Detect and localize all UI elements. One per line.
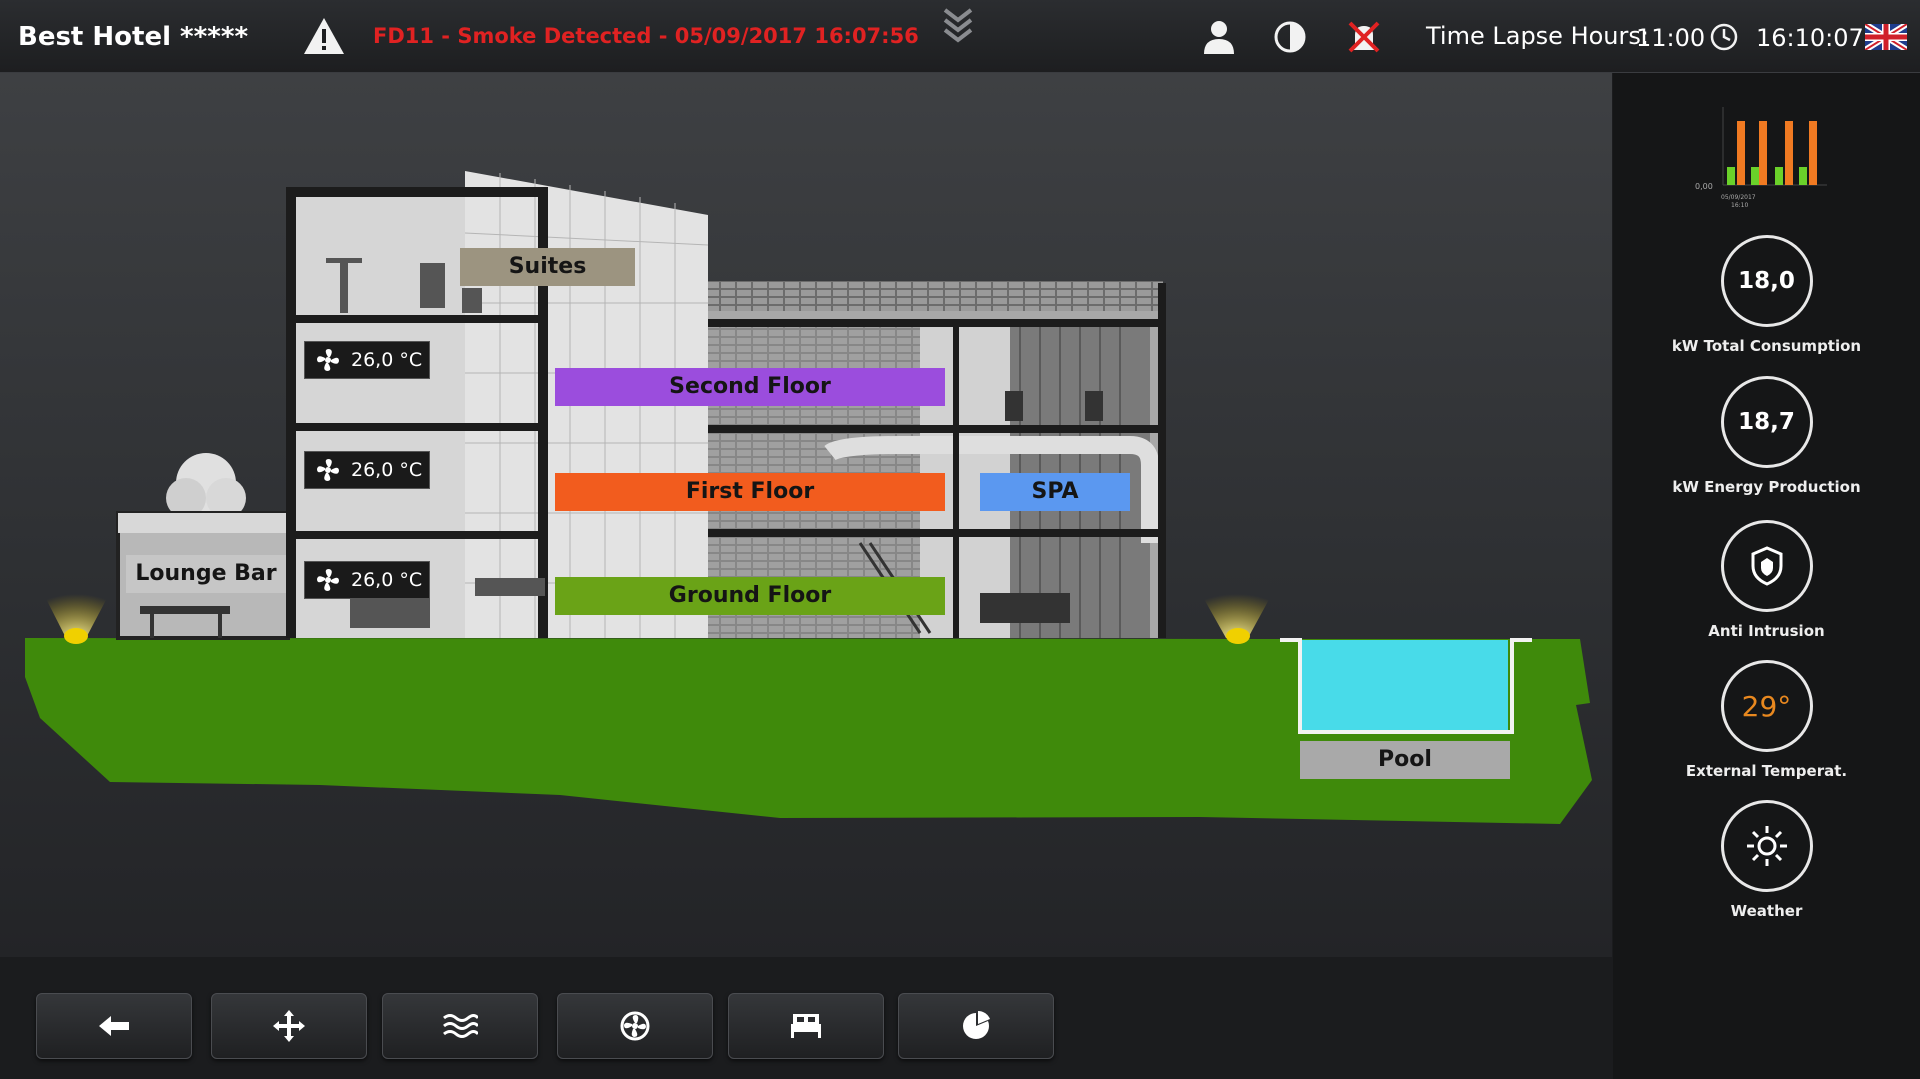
temp-value: 26,0 °C (351, 349, 423, 371)
energy-button[interactable] (898, 993, 1054, 1059)
time-lapse-value[interactable]: 11:00 (1636, 24, 1705, 52)
energy-production-label: kW Energy Production (1672, 478, 1861, 496)
top-bar: Best Hotel ***** FD11 - Smoke Detected -… (0, 0, 1920, 73)
total-consumption-label: kW Total Consumption (1671, 337, 1862, 355)
fan-icon (620, 1011, 650, 1041)
uk-flag-icon[interactable] (1865, 24, 1907, 50)
pool-water (1302, 640, 1508, 730)
building-scene: Suites Second Floor First Floor Ground F… (0, 73, 1612, 957)
chart-bar (1737, 121, 1745, 185)
anti-intrusion-label: Anti Intrusion (1708, 622, 1825, 640)
external-temperature-label: External Temperat. (1685, 762, 1848, 780)
chevron-double-down-icon[interactable] (941, 4, 975, 44)
clock-icon (1710, 23, 1738, 51)
waves-icon (443, 1014, 478, 1038)
widget-energy-production[interactable]: 18,7 kW Energy Production (1613, 376, 1920, 496)
fan-icon (317, 459, 339, 481)
fan-icon (317, 569, 339, 591)
temp-value: 26,0 °C (351, 569, 423, 591)
floor-label-first-floor[interactable]: First Floor (555, 473, 945, 511)
chart-bar (1759, 121, 1767, 185)
floor-label-ground-floor[interactable]: Ground Floor (555, 577, 945, 615)
warning-icon[interactable] (302, 16, 346, 56)
chart-bar (1727, 167, 1735, 185)
time-lapse-label: Time Lapse Hours: (1426, 22, 1649, 50)
temp-readout-second-floor[interactable]: 26,0 °C (304, 341, 430, 379)
widget-anti-intrusion[interactable]: Anti Intrusion (1613, 520, 1920, 640)
chart-x-tick-date: 05/09/2017 (1721, 194, 1756, 201)
alarm-mute-icon[interactable] (1345, 18, 1383, 56)
building-illustration (25, 171, 1592, 824)
widget-external-temperature[interactable]: 29° External Temperat. (1613, 660, 1920, 780)
ventilation-button[interactable] (382, 993, 538, 1059)
arrow-left-icon (99, 1016, 129, 1036)
floor-label-suites[interactable]: Suites (460, 248, 635, 286)
floor-label-pool[interactable]: Pool (1300, 741, 1510, 779)
rooms-button[interactable] (728, 993, 884, 1059)
chart-bar (1785, 121, 1793, 185)
temp-readout-first-floor[interactable]: 26,0 °C (304, 451, 430, 489)
widget-total-consumption[interactable]: 18,0 kW Total Consumption (1613, 235, 1920, 355)
chart-y-tick: 0,00 (1695, 182, 1713, 191)
chart-bar (1809, 121, 1817, 185)
floor-label-second-floor[interactable]: Second Floor (555, 368, 945, 406)
fan-button[interactable] (557, 993, 713, 1059)
floor-label-spa[interactable]: SPA (980, 473, 1130, 511)
chart-x-tick-time: 16:10 (1731, 202, 1748, 209)
sun-icon (1746, 826, 1787, 866)
pie-chart-icon (963, 1011, 990, 1039)
mini-energy-chart[interactable]: 0,00 05/09/2017 16:10 (1693, 103, 1833, 213)
external-temperature-value: 29° (1720, 660, 1813, 752)
bed-icon (791, 1014, 821, 1038)
widget-weather[interactable]: Weather (1613, 800, 1920, 920)
user-icon[interactable] (1200, 18, 1238, 56)
weather-label: Weather (1730, 902, 1803, 920)
contrast-icon[interactable] (1271, 18, 1309, 56)
chart-bar (1751, 167, 1759, 185)
app-title: Best Hotel ***** (18, 22, 249, 52)
move-arrows-icon (273, 1010, 305, 1042)
temp-readout-ground-floor[interactable]: 26,0 °C (304, 561, 430, 599)
chart-bar (1775, 167, 1783, 185)
move-button[interactable] (211, 993, 367, 1059)
alarm-message[interactable]: FD11 - Smoke Detected - 05/09/2017 16:07… (373, 24, 919, 48)
clock-value: 16:10:07 (1756, 24, 1864, 52)
chart-bar (1799, 167, 1807, 185)
fan-icon (317, 349, 339, 371)
floor-label-lounge-bar[interactable]: Lounge Bar (126, 555, 286, 593)
shield-icon (1751, 546, 1782, 586)
temp-value: 26,0 °C (351, 459, 423, 481)
back-button[interactable] (36, 993, 192, 1059)
sidebar: 0,00 05/09/2017 16:10 18,0 kW Total Cons… (1613, 73, 1920, 1079)
energy-production-value: 18,7 (1720, 376, 1813, 468)
bottom-toolbar (0, 957, 1612, 1079)
total-consumption-value: 18,0 (1720, 235, 1813, 327)
